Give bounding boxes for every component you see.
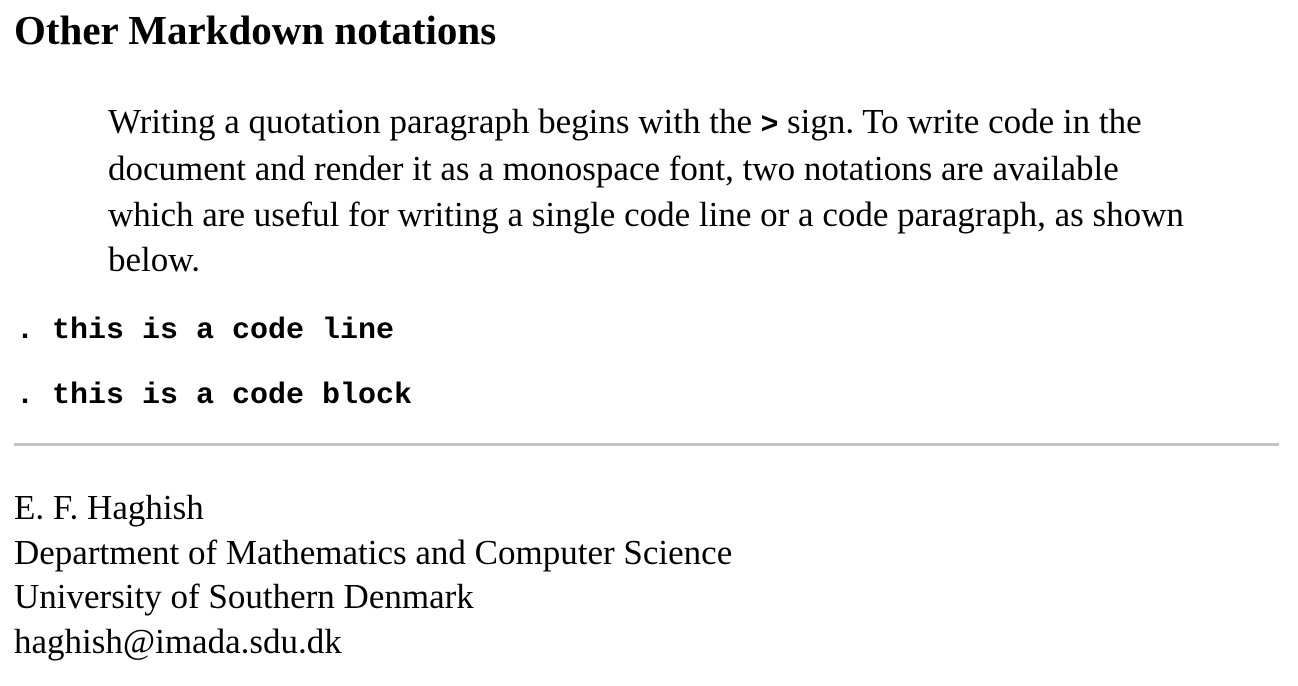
document-page: Other Markdown notations Writing a quota… [0,0,1298,686]
section-heading: Other Markdown notations [14,7,497,53]
author-university: University of Southern Denmark [14,577,474,616]
author-email: haghish@imada.sdu.dk [14,621,342,661]
code-line: . this is a code line [16,314,395,348]
greater-than-sign: > [760,107,779,140]
author-name: E. F. Haghish [14,488,204,527]
horizontal-rule [14,443,1279,446]
code-block: . this is a code block [16,379,413,413]
quote-text-before: Writing a quotation paragraph begins wit… [108,102,761,141]
author-info: E. F. Haghish Department of Mathematics … [14,486,732,664]
quotation-paragraph: Writing a quotation paragraph begins wit… [108,99,1198,282]
author-department: Department of Mathematics and Computer S… [14,532,733,572]
